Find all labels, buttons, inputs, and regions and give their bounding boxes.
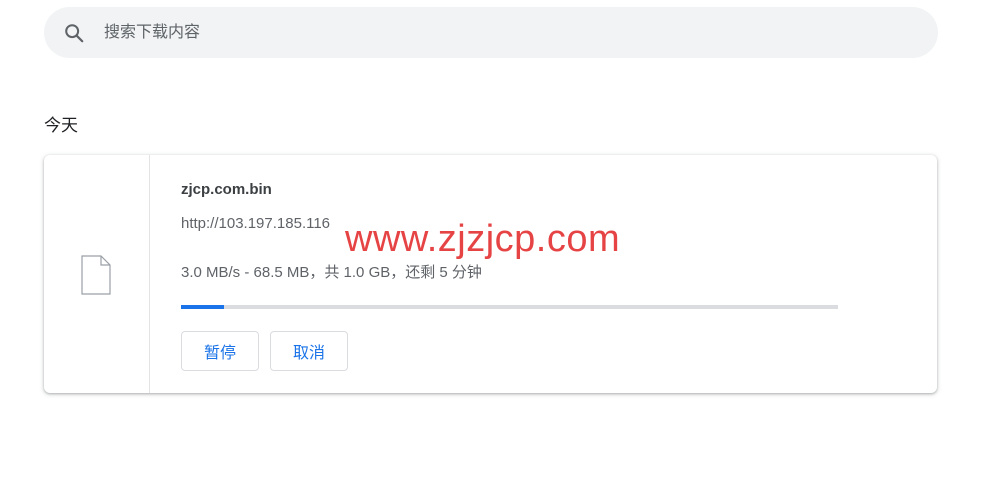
watermark-text: www.zjzjcp.com: [345, 218, 621, 260]
search-input[interactable]: [104, 19, 904, 46]
section-date-header: 今天: [44, 116, 78, 135]
search-icon: [65, 24, 84, 43]
file-name-link[interactable]: zjcp.com.bin: [181, 181, 272, 198]
search-bar[interactable]: [44, 7, 938, 58]
download-status: 3.0 MB/s - 68.5 MB，共 1.0 GB，还剩 5 分钟: [181, 264, 482, 281]
progress-bar-fill: [181, 305, 225, 309]
file-icon: [81, 255, 111, 295]
download-card: zjcp.com.bin http://103.197.185.116 www.…: [44, 155, 937, 393]
cancel-button[interactable]: 取消: [270, 331, 348, 371]
progress-bar: [181, 305, 838, 309]
file-icon-column: [44, 155, 150, 393]
file-source-url[interactable]: http://103.197.185.116: [181, 215, 330, 232]
pause-button[interactable]: 暂停: [181, 331, 259, 371]
